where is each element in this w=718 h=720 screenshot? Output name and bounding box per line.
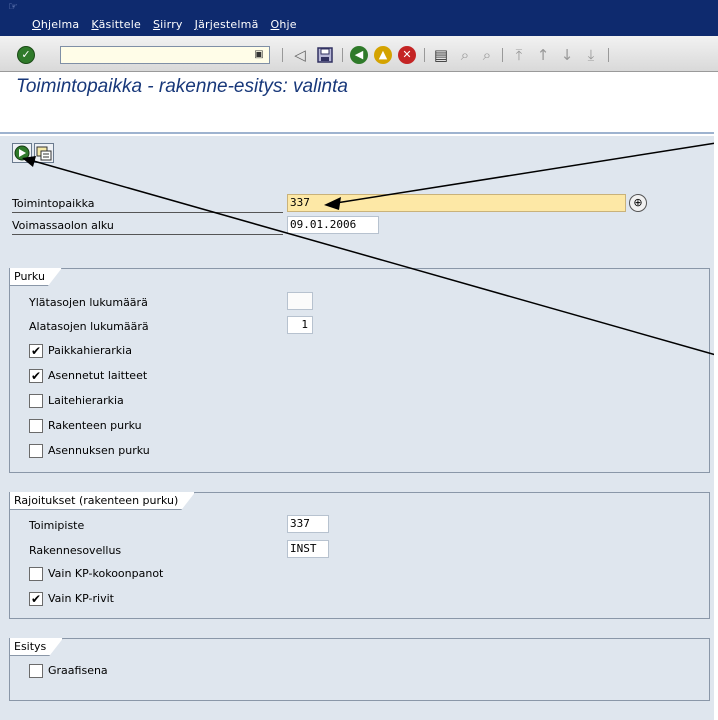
enter-button[interactable]: ✓ [16,45,36,65]
back-button[interactable]: ◀ [350,46,368,64]
functional-location-label: Toimintopaikka [12,196,283,213]
application-toolbar [0,136,718,176]
checkbox-asennuksen-purku[interactable] [29,444,43,458]
structure-app-label: Rakennesovellus [29,544,122,557]
structure-app-input[interactable]: INST [287,540,329,558]
checkbox-label: Laitehierarkia [48,394,124,407]
functional-location-input[interactable]: 337 [287,194,626,212]
checkbox-vain-kp-kokoonpanot[interactable] [29,567,43,581]
last-page-icon[interactable]: ⤓ [582,46,600,64]
title-area: Toimintopaikka - rakenne-esitys: valinta [0,72,718,136]
execute-button[interactable] [12,143,32,163]
levels-below-input[interactable]: 1 [287,316,313,334]
checkbox-label: Rakenteen purku [48,419,142,432]
checkbox-label: Vain KP-rivit [48,592,114,605]
checkbox-label: Asennetut laitteet [48,369,148,382]
command-field[interactable] [60,46,270,64]
group-display-title: Esitys [10,638,63,656]
checkbox-rakenteen-purku[interactable] [29,419,43,433]
back-arrow-icon[interactable]: ◁ [291,46,309,64]
menu-jarjestelma[interactable]: Järjestelmä [195,18,259,31]
checkbox-label: Vain KP-kokoonpanot [48,567,164,580]
right-edge [714,72,718,720]
checkbox-label: Asennuksen purku [48,444,150,457]
levels-above-input[interactable] [287,292,313,310]
plant-input[interactable]: 337 [287,515,329,533]
save-button[interactable] [316,46,334,64]
execute-icon [14,145,30,161]
back-icon: ◀ [350,46,368,64]
exit-icon: ▲ [374,46,392,64]
menu-siirry[interactable]: Siirry [153,18,183,31]
history-dropdown-icon[interactable]: ▣ [252,47,266,63]
checkbox-vain-kp-rivit[interactable]: ✔ [29,592,43,606]
checkbox-graafisena[interactable] [29,664,43,678]
get-variant-icon [36,146,52,161]
title-divider [0,132,718,134]
group-display: Esitys [9,638,710,701]
checkbox-label: Paikkahierarkia [48,344,132,357]
save-icon [317,47,333,63]
previous-page-icon[interactable]: ↑ [534,46,552,64]
search-help-icon[interactable]: ⊕ [629,194,647,212]
find-icon[interactable]: ⌕ [456,46,474,64]
exit-button[interactable]: ▲ [374,46,392,64]
checkbox-laitehierarkia[interactable] [29,394,43,408]
menu-kasittele[interactable]: Käsittele [91,18,141,31]
page-title: Toimintopaikka - rakenne-esitys: valinta [16,76,348,97]
group-restrictions-title: Rajoitukset (rakenteen purku) [10,492,195,510]
checkbox-paikkahierarkia[interactable]: ✔ [29,344,43,358]
menu-ohje[interactable]: Ohje [271,18,297,31]
menu-items: Ohjelma Käsittele Siirry Järjestelmä Ohj… [32,18,309,31]
get-variant-button[interactable] [34,143,54,163]
enter-icon: ✓ [17,46,35,64]
print-icon[interactable]: ▤ [432,46,450,64]
standard-toolbar: ✓ ▣ ◁ ◀ ▲ ✕ ▤ ⌕ ⌕ ⤒ ↑ ↓ ⤓ [0,36,718,72]
toolbar-separator [608,48,609,62]
next-page-icon[interactable]: ↓ [558,46,576,64]
menu-bar: ☞ Ohjelma Käsittele Siirry Järjestelmä O… [0,0,718,36]
checkbox-label: Graafisena [48,664,108,677]
group-explosion-title: Purku [10,268,62,286]
find-next-icon[interactable]: ⌕ [478,46,496,64]
toolbar-separator [502,48,503,62]
sap-logo-icon: ☞ [8,0,18,13]
checkbox-asennetut-laitteet[interactable]: ✔ [29,369,43,383]
levels-below-label: Alatasojen lukumäärä [29,320,149,333]
plant-label: Toimipiste [29,519,85,532]
valid-from-input[interactable]: 09.01.2006 [287,216,379,234]
toolbar-separator [282,48,283,62]
toolbar-separator [424,48,425,62]
first-page-icon[interactable]: ⤒ [510,46,528,64]
levels-above-label: Ylätasojen lukumäärä [29,296,148,309]
cancel-icon: ✕ [398,46,416,64]
toolbar-separator [342,48,343,62]
menu-ohjelma[interactable]: Ohjelma [32,18,79,31]
cancel-button[interactable]: ✕ [398,46,416,64]
valid-from-label: Voimassaolon alku [12,218,283,235]
